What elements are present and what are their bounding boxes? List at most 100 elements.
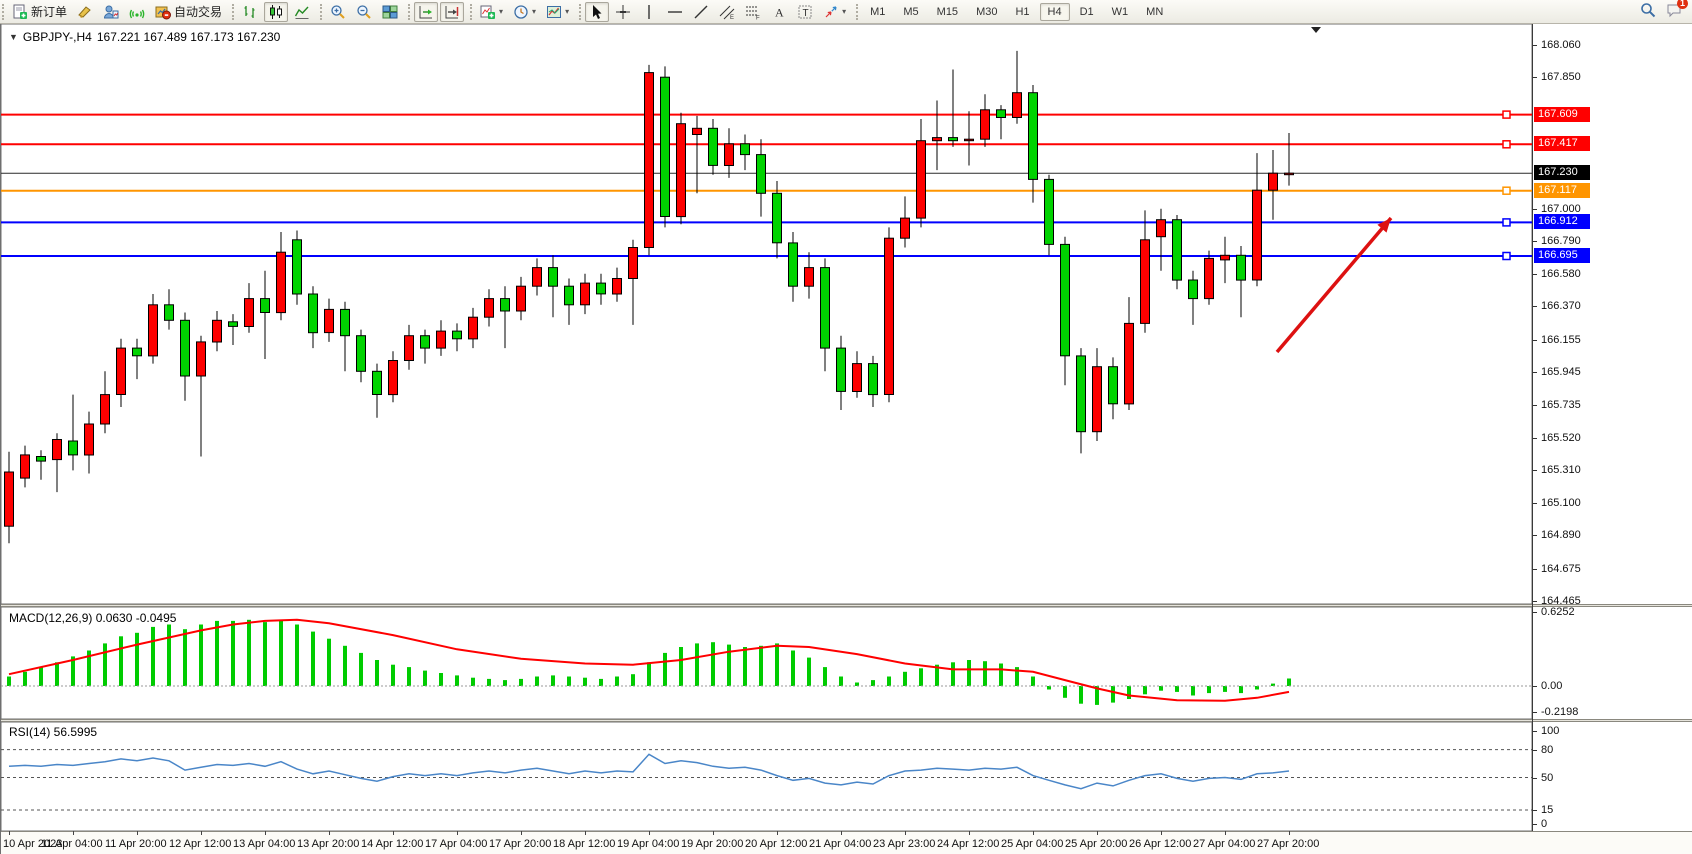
timeframe-button-m1[interactable]: M1: [862, 3, 893, 21]
rsi-tick: [1533, 778, 1537, 779]
price-tick-label: 164.890: [1541, 529, 1581, 541]
candles-icon: [268, 4, 284, 20]
signals-button[interactable]: [125, 2, 149, 22]
fibonacci-button[interactable]: F: [741, 2, 765, 22]
line-handle-166.912[interactable]: [1503, 219, 1510, 226]
hline-button[interactable]: [663, 2, 687, 22]
chevron-down-icon[interactable]: ▾: [532, 7, 536, 16]
candle-2: [37, 457, 46, 462]
timeframe-button-m30[interactable]: M30: [968, 3, 1005, 21]
candle-15: [245, 299, 254, 327]
chevron-down-icon[interactable]: ▾: [499, 7, 503, 16]
candle-8: [133, 348, 142, 356]
autotrade-icon: [155, 4, 171, 20]
tile-windows-button[interactable]: [378, 2, 402, 22]
timeframe-button-h4[interactable]: H4: [1040, 3, 1070, 21]
candle-46: [741, 144, 750, 155]
macd-tick: [1533, 612, 1537, 613]
notification-badge: 1: [1677, 0, 1688, 9]
search-button[interactable]: [1640, 2, 1656, 21]
text-label-button[interactable]: T: [793, 2, 817, 22]
candle-76: [1221, 255, 1230, 260]
time-tick-label: 12 Apr 12:00: [169, 838, 231, 850]
new-order-button-label: 新订单: [31, 3, 67, 20]
new-order-button[interactable]: 新订单: [8, 2, 71, 22]
timeframe-button-w1[interactable]: W1: [1104, 3, 1137, 21]
line-handle-166.695[interactable]: [1503, 253, 1510, 260]
price-tick: [1533, 438, 1537, 439]
templates-button[interactable]: ▾: [542, 2, 573, 22]
svg-text:E: E: [730, 15, 734, 20]
time-tick-label: 13 Apr 20:00: [297, 838, 359, 850]
price-axis-divider: [1532, 24, 1533, 831]
line-handle-167.609[interactable]: [1503, 111, 1510, 118]
crosshair-button[interactable]: [611, 2, 635, 22]
time-tick: [457, 831, 458, 835]
time-tick: [649, 831, 650, 835]
candle-45: [725, 144, 734, 166]
rsi-pane-splitter[interactable]: [1, 719, 1692, 722]
candle-chart-button[interactable]: [264, 2, 288, 22]
chart-shift-marker[interactable]: [1311, 27, 1321, 33]
periods-button[interactable]: ▾: [509, 2, 540, 22]
candle-65: [1045, 179, 1054, 244]
cursor-button[interactable]: [585, 2, 609, 22]
label-t-icon: T: [797, 4, 813, 20]
candle-48: [773, 193, 782, 243]
macd-pane-splitter[interactable]: [1, 604, 1692, 607]
indicators-button[interactable]: ▾: [476, 2, 507, 22]
chart-canvas[interactable]: [1, 24, 1692, 854]
line-handle-167.417[interactable]: [1503, 141, 1510, 148]
candle-55: [885, 238, 894, 394]
candle-69: [1109, 367, 1118, 404]
tile-icon: [382, 4, 398, 20]
line-chart-button[interactable]: [290, 2, 314, 22]
chevron-down-icon[interactable]: ▼: [9, 32, 18, 42]
timeframe-button-d1[interactable]: D1: [1072, 3, 1102, 21]
template-icon: [546, 4, 562, 20]
profile-button[interactable]: [99, 2, 123, 22]
timeframe-button-mn[interactable]: MN: [1138, 3, 1171, 21]
text-button[interactable]: A: [767, 2, 791, 22]
chat-button[interactable]: 1: [1666, 2, 1682, 21]
time-tick: [201, 831, 202, 835]
candle-19: [309, 294, 318, 333]
price-tick: [1533, 372, 1537, 373]
candle-0: [5, 472, 14, 526]
auto-scroll-button[interactable]: [414, 2, 438, 22]
vline-button[interactable]: [637, 2, 661, 22]
zoom-out-button[interactable]: [352, 2, 376, 22]
linechart-icon: [294, 4, 310, 20]
chevron-down-icon[interactable]: ▾: [842, 7, 846, 16]
bar-chart-button[interactable]: [238, 2, 262, 22]
time-tick: [265, 831, 266, 835]
time-tick-label: 27 Apr 20:00: [1257, 838, 1319, 850]
price-tick: [1533, 274, 1537, 275]
candle-3: [53, 440, 62, 460]
channel-button[interactable]: E: [715, 2, 739, 22]
chart-title[interactable]: ▼ GBPJPY-,H4 167.221 167.489 167.173 167…: [9, 30, 280, 44]
timeframe-button-m15[interactable]: M15: [929, 3, 966, 21]
chart-shift-button[interactable]: [440, 2, 464, 22]
trendline-button[interactable]: [689, 2, 713, 22]
candle-80: [1285, 173, 1294, 175]
timeframe-button-m5[interactable]: M5: [895, 3, 926, 21]
level-price-badge: 166.695: [1534, 248, 1590, 263]
timeframe-button-h1[interactable]: H1: [1007, 3, 1037, 21]
chevron-down-icon[interactable]: ▾: [565, 7, 569, 16]
zoom-in-button[interactable]: [326, 2, 350, 22]
time-tick: [329, 831, 330, 835]
candle-41: [661, 77, 670, 216]
candle-12: [197, 342, 206, 376]
autotrade-button[interactable]: 自动交易: [151, 2, 226, 22]
candle-64: [1029, 93, 1038, 180]
time-tick: [1289, 831, 1290, 835]
line-handle-167.117[interactable]: [1503, 187, 1510, 194]
rsi-tick: [1533, 810, 1537, 811]
price-tick-label: 165.310: [1541, 464, 1581, 476]
time-tick: [137, 831, 138, 835]
arrows-button[interactable]: ▾: [819, 2, 850, 22]
fibonacci-icon: F: [745, 4, 761, 20]
trendline-icon: [693, 4, 709, 20]
styler-button[interactable]: [73, 2, 97, 22]
